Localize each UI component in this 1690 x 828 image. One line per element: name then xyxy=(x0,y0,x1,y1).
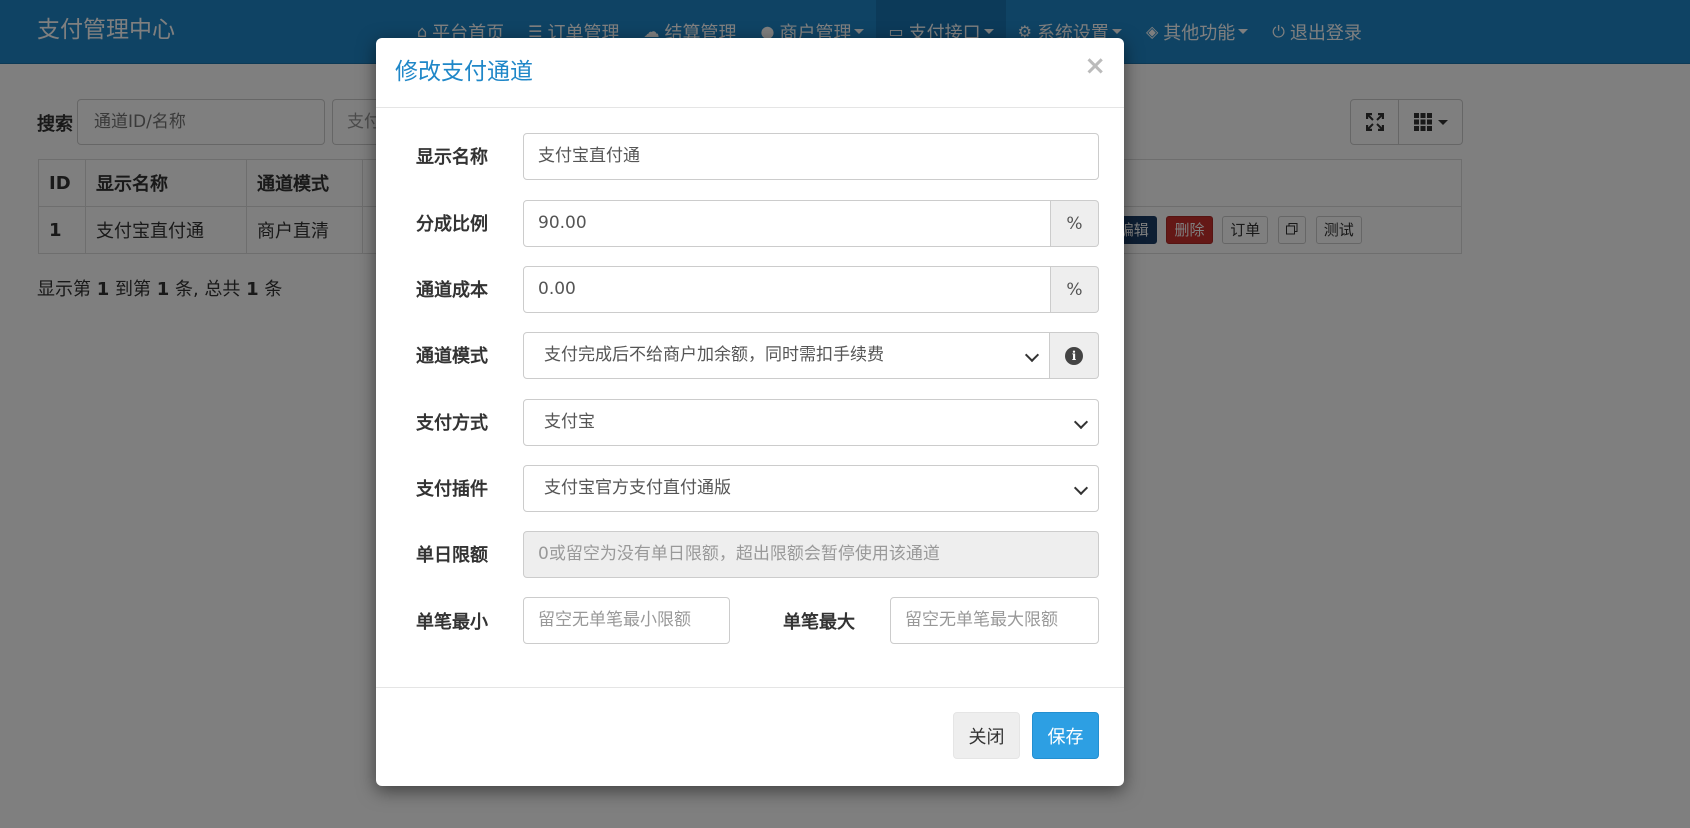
channel-cost-input[interactable]: 0.00 xyxy=(523,266,1051,313)
chevron-down-icon xyxy=(1024,347,1040,363)
daily-limit-input[interactable]: 0或留空为没有单日限额，超出限额会暂停使用该通道 xyxy=(523,531,1099,578)
save-button[interactable]: 保存 xyxy=(1032,712,1099,759)
pay-plugin-value: 支付宝官方支付直付通版 xyxy=(544,478,731,498)
percent-addon: % xyxy=(1051,200,1099,247)
channel-mode-label: 通道模式 xyxy=(416,346,488,367)
percent-addon: % xyxy=(1051,266,1099,313)
display-name-label: 显示名称 xyxy=(416,147,488,168)
modal-title: 修改支付通道 xyxy=(395,59,533,85)
channel-mode-select[interactable]: 支付完成后不给商户加余额，同时需扣手续费 xyxy=(523,332,1050,379)
channel-cost-label: 通道成本 xyxy=(416,280,488,301)
max-amount-input[interactable]: 留空无单笔最大限额 xyxy=(890,597,1099,644)
close-button[interactable]: 关闭 xyxy=(953,712,1020,759)
display-name-input[interactable]: 支付宝直付通 xyxy=(523,133,1099,180)
info-icon: i xyxy=(1065,346,1083,365)
chevron-down-icon xyxy=(1073,414,1089,430)
pay-method-label: 支付方式 xyxy=(416,413,488,434)
pay-method-select[interactable]: 支付宝 xyxy=(523,399,1099,446)
daily-limit-label: 单日限额 xyxy=(416,545,488,566)
modal-header: 修改支付通道 × xyxy=(376,38,1124,108)
min-amount-label: 单笔最小 xyxy=(416,612,488,633)
split-ratio-input[interactable]: 90.00 xyxy=(523,200,1051,247)
modal-footer: 关闭 保存 xyxy=(376,687,1124,787)
max-amount-label: 单笔最大 xyxy=(783,612,855,633)
pay-method-value: 支付宝 xyxy=(544,412,595,432)
close-icon[interactable]: × xyxy=(1084,52,1106,80)
channel-mode-info-button[interactable]: i xyxy=(1050,332,1099,379)
pay-plugin-select[interactable]: 支付宝官方支付直付通版 xyxy=(523,465,1099,512)
min-amount-input[interactable]: 留空无单笔最小限额 xyxy=(523,597,730,644)
pay-plugin-label: 支付插件 xyxy=(416,479,488,500)
channel-mode-value: 支付完成后不给商户加余额，同时需扣手续费 xyxy=(544,345,884,365)
edit-channel-modal: 修改支付通道 × 显示名称 支付宝直付通 分成比例 90.00 % 通道成本 0… xyxy=(376,38,1124,786)
split-ratio-label: 分成比例 xyxy=(416,214,488,235)
chevron-down-icon xyxy=(1073,480,1089,496)
